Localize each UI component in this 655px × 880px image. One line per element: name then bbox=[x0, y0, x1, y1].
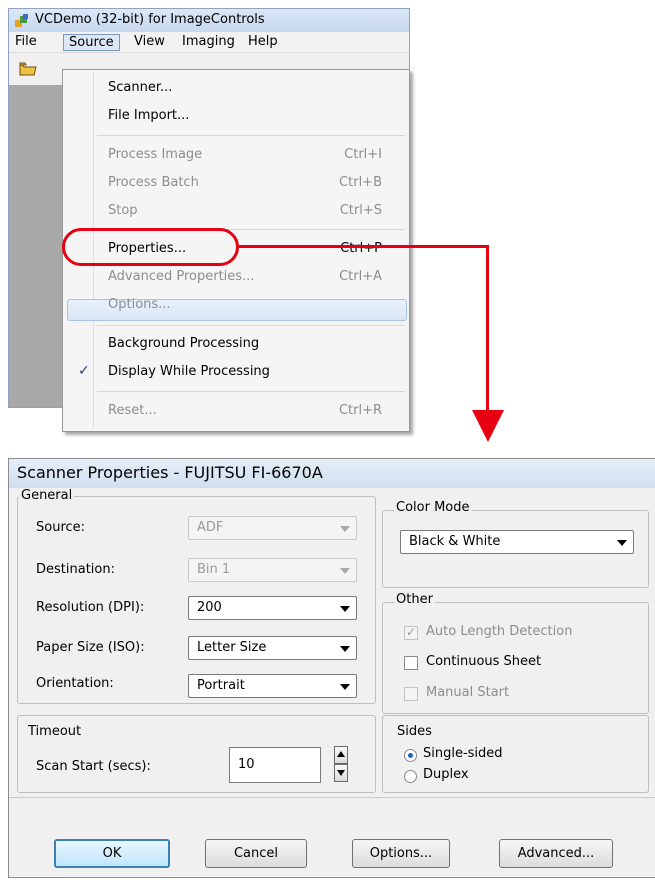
continuous-sheet-checkbox[interactable] bbox=[404, 656, 418, 670]
menu-item-process-image[interactable]: Process Image Ctrl+I bbox=[66, 143, 406, 169]
menu-file[interactable]: File bbox=[10, 34, 42, 51]
other-legend: Other bbox=[394, 592, 435, 607]
menu-item-background-processing[interactable]: Background Processing bbox=[66, 332, 406, 358]
window-title: VCDemo (32-bit) for ImageControls bbox=[35, 12, 265, 27]
app-icon bbox=[15, 14, 28, 27]
source-value: ADF bbox=[197, 520, 224, 535]
menu-item-stop[interactable]: Stop Ctrl+S bbox=[66, 199, 406, 225]
callout-circle bbox=[62, 228, 239, 266]
menu-item-display-while-processing[interactable]: ✓ Display While Processing bbox=[66, 360, 406, 386]
paper-size-select[interactable]: Letter Size bbox=[188, 636, 357, 660]
menu-item-shortcut: Ctrl+I bbox=[344, 147, 382, 162]
cancel-button[interactable]: Cancel bbox=[205, 839, 307, 868]
manual-start-checkbox[interactable] bbox=[404, 687, 418, 701]
menu-item-label: Reset... bbox=[108, 403, 157, 418]
title-bar: VCDemo (32-bit) for ImageControls bbox=[9, 9, 409, 32]
continuous-sheet-label: Continuous Sheet bbox=[426, 654, 542, 669]
menu-item-shortcut: Ctrl+R bbox=[338, 403, 382, 418]
ok-button[interactable]: OK bbox=[54, 839, 170, 868]
menu-item-process-batch[interactable]: Process Batch Ctrl+B bbox=[66, 171, 406, 197]
menu-item-label: Scanner... bbox=[108, 80, 173, 95]
menu-item-label: Process Image bbox=[108, 147, 203, 162]
paper-size-value: Letter Size bbox=[197, 640, 267, 655]
timeout-legend: Timeout bbox=[26, 724, 84, 739]
destination-select[interactable]: Bin 1 bbox=[188, 558, 357, 582]
spin-up-button[interactable] bbox=[334, 746, 348, 764]
menu-item-label: Stop bbox=[108, 203, 138, 218]
menu-item-scanner[interactable]: Scanner... bbox=[66, 76, 406, 102]
menu-separator bbox=[97, 325, 405, 326]
scanner-properties-dialog: Scanner Properties - FUJITSU FI-6670A Ge… bbox=[8, 458, 655, 878]
callout-line-vertical bbox=[486, 245, 489, 413]
menu-item-shortcut: Ctrl+A bbox=[339, 269, 382, 284]
chevron-down-icon bbox=[340, 646, 350, 652]
orientation-select[interactable]: Portrait bbox=[188, 674, 357, 698]
auto-length-label: Auto Length Detection bbox=[426, 624, 573, 639]
menu-item-advanced-properties[interactable]: Advanced Properties... Ctrl+A bbox=[66, 265, 406, 291]
single-sided-radio[interactable] bbox=[404, 749, 417, 762]
menu-source[interactable]: Source bbox=[63, 34, 120, 51]
scan-start-input[interactable]: 10 bbox=[229, 747, 321, 783]
menu-help[interactable]: Help bbox=[243, 34, 283, 51]
checkmark-icon: ✓ bbox=[78, 363, 90, 379]
checkmark-icon: ✓ bbox=[406, 625, 417, 639]
orientation-label: Orientation: bbox=[36, 676, 114, 691]
general-legend: General bbox=[19, 488, 75, 503]
paper-size-label: Paper Size (ISO): bbox=[36, 640, 145, 655]
orientation-value: Portrait bbox=[197, 678, 245, 693]
sides-legend: Sides bbox=[395, 724, 434, 739]
chevron-down-icon bbox=[340, 568, 350, 574]
open-folder-icon[interactable] bbox=[17, 59, 39, 79]
menu-item-label: File Import... bbox=[108, 108, 190, 123]
menu-separator bbox=[97, 391, 405, 392]
resolution-label: Resolution (DPI): bbox=[36, 600, 145, 615]
menu-item-label: Advanced Properties... bbox=[108, 269, 255, 284]
menu-item-shortcut: Ctrl+P bbox=[340, 241, 382, 256]
menu-item-shortcut: Ctrl+S bbox=[339, 203, 382, 218]
menu-item-label: Options... bbox=[108, 297, 171, 312]
menu-item-label: Background Processing bbox=[108, 336, 260, 351]
menu-item-file-import[interactable]: File Import... bbox=[66, 104, 406, 130]
dialog-title: Scanner Properties - FUJITSU FI-6670A bbox=[17, 463, 323, 482]
down-arrow-icon bbox=[472, 410, 504, 442]
advanced-button[interactable]: Advanced... bbox=[499, 839, 613, 868]
single-sided-label: Single-sided bbox=[423, 746, 503, 761]
scan-start-value: 10 bbox=[238, 757, 255, 772]
manual-start-label: Manual Start bbox=[426, 685, 510, 700]
resolution-value: 200 bbox=[197, 600, 222, 615]
callout-line-horizontal bbox=[239, 245, 489, 248]
menu-imaging[interactable]: Imaging bbox=[177, 34, 240, 51]
destination-value: Bin 1 bbox=[197, 562, 231, 577]
menu-item-label: Display While Processing bbox=[108, 364, 270, 379]
color-mode-value: Black & White bbox=[409, 534, 501, 549]
chevron-down-icon bbox=[340, 526, 350, 532]
radio-selected-dot bbox=[408, 753, 413, 758]
color-mode-select[interactable]: Black & White bbox=[400, 530, 634, 554]
resolution-select[interactable]: 200 bbox=[188, 596, 357, 620]
menu-item-options[interactable]: Options... bbox=[66, 293, 406, 319]
menu-view[interactable]: View bbox=[129, 34, 170, 51]
menu-separator bbox=[97, 135, 405, 136]
auto-length-checkbox[interactable]: ✓ bbox=[404, 625, 418, 640]
duplex-label: Duplex bbox=[423, 767, 469, 782]
spin-down-button[interactable] bbox=[334, 764, 348, 782]
arrow-down-icon bbox=[337, 770, 345, 776]
scan-start-label: Scan Start (secs): bbox=[36, 759, 151, 774]
menu-item-shortcut: Ctrl+B bbox=[339, 175, 382, 190]
menu-bar: File Source View Imaging Help bbox=[9, 32, 409, 53]
arrow-up-icon bbox=[337, 751, 345, 757]
options-button[interactable]: Options... bbox=[352, 839, 450, 868]
menu-item-label: Process Batch bbox=[108, 175, 199, 190]
chevron-down-icon bbox=[340, 684, 350, 690]
destination-label: Destination: bbox=[36, 562, 115, 577]
color-mode-legend: Color Mode bbox=[394, 500, 472, 515]
menu-item-reset[interactable]: Reset... Ctrl+R bbox=[66, 399, 406, 425]
duplex-radio[interactable] bbox=[404, 770, 417, 783]
chevron-down-icon bbox=[617, 540, 627, 546]
source-select[interactable]: ADF bbox=[188, 516, 357, 540]
chevron-down-icon bbox=[340, 606, 350, 612]
source-label: Source: bbox=[36, 520, 86, 535]
dialog-title-bar: Scanner Properties - FUJITSU FI-6670A bbox=[9, 459, 655, 488]
